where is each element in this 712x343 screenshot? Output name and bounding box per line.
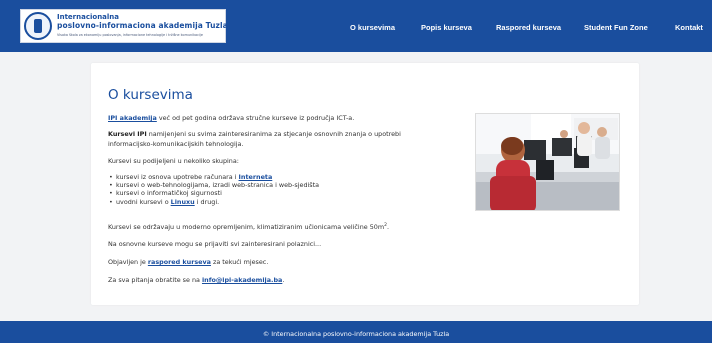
list-item-text-end: i drugi. (194, 198, 220, 206)
paragraph-schedule-end: za tekući mjesec. (210, 258, 269, 266)
paragraph-classrooms-end: . (386, 223, 389, 232)
paragraph-contact-end: . (282, 276, 285, 284)
nav-raspored-kurseva[interactable]: Raspored kurseva (496, 23, 561, 32)
paragraph-schedule: Objavljen je raspored kurseva za tekući … (108, 258, 268, 267)
list-item: kursevi o informatičkoj sigurnosti (109, 189, 222, 197)
raspored-kurseva-link[interactable]: raspored kurseva (148, 258, 211, 266)
logo-line-3: Visoka škola za ekonomiju poslovanja, in… (57, 33, 203, 37)
list-item-text: uvodni kursevi o (116, 198, 171, 206)
nav-student-fun-zone[interactable]: Student Fun Zone (584, 23, 648, 32)
linuxu-link[interactable]: Linuxu (171, 198, 195, 206)
logo[interactable]: Internacionalna poslovno-informaciona ak… (20, 9, 228, 43)
list-item-text: kursevi iz osnova upotrebe računara i (116, 173, 239, 181)
ipi-akademija-link[interactable]: IPI akademija (108, 114, 157, 122)
interneta-link[interactable]: Interneta (239, 173, 273, 181)
list-item: uvodni kursevi o Linuxu i drugi. (109, 198, 220, 206)
paragraph-classrooms: Kursevi se održavaju u moderno opremljen… (108, 221, 389, 232)
list-item: kursevi iz osnova upotrebe računara i In… (109, 173, 273, 181)
paragraph-contact: Za sva pitanja obratite se na info@ipi-a… (108, 276, 284, 285)
paragraph-purpose-text: namijenjeni su svima zainteresiranima za… (146, 130, 401, 138)
email-link[interactable]: info@ipi-akademija.ba (202, 276, 282, 284)
nav-popis-kurseva[interactable]: Popis kurseva (421, 23, 472, 32)
footer-copyright: © Internacionalna poslovno-informaciona … (262, 330, 450, 338)
kursevi-ipi-bold: Kursevi IPI (108, 130, 147, 138)
nav-o-kursevima[interactable]: O kursevima (350, 23, 395, 32)
paragraph-schedule-text: Objavljen je (108, 258, 148, 266)
paragraph-purpose: Kursevi IPI namijenjeni su svima zainter… (108, 130, 401, 139)
page-title: O kursevima (108, 87, 193, 103)
logo-line-2: poslovno-informaciona akademija Tuzla (57, 21, 228, 30)
nav-kontakt[interactable]: Kontakt (675, 23, 703, 32)
list-item: kursevi o web-tehnologijama, izradi web-… (109, 181, 319, 189)
paragraph-purpose-line2: informacijsko-komunikacijskih tehnologij… (108, 140, 244, 148)
classroom-photo (475, 113, 620, 211)
paragraph-contact-text: Za sva pitanja obratite se na (108, 276, 202, 284)
paragraph-intro: IPI akademija već od pet godina održava … (108, 114, 354, 123)
paragraph-enrollment: Na osnovne kurseve mogu se prijaviti svi… (108, 240, 322, 248)
logo-emblem-icon (24, 12, 52, 40)
paragraph-groups: Kursevi su podijeljeni u nekoliko skupin… (108, 157, 239, 165)
paragraph-intro-text: već od pet godina održava stručne kursev… (156, 114, 355, 122)
paragraph-classrooms-text: Kursevi se održavaju u moderno opremljen… (108, 223, 385, 232)
logo-line-1: Internacionalna (57, 13, 120, 21)
